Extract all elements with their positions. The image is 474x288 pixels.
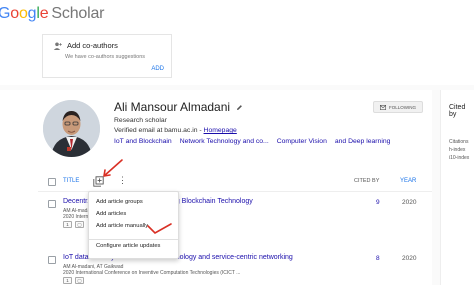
pencil-icon[interactable] — [236, 104, 243, 111]
metric-label: Citations — [449, 139, 469, 145]
citations-sidebar — [440, 90, 474, 285]
sort-by-cited[interactable]: CITED BY — [354, 178, 379, 184]
profile-name-text: Ali Mansour Almadani — [114, 100, 231, 114]
following-label: FOLLOWING — [388, 104, 416, 110]
top-bar: Google Scholar — [0, 0, 474, 28]
person-add-icon — [53, 42, 62, 50]
research-interests: IoT and Blockchain Network Technology an… — [114, 138, 390, 145]
more-vert-icon[interactable]: ⋮ — [118, 176, 127, 185]
coauthors-subtitle: We have co-authors suggestions — [65, 54, 145, 60]
row-actions: 1 ▢ — [63, 277, 84, 284]
select-all-checkbox[interactable] — [48, 178, 56, 186]
cited-count[interactable]: 8 — [376, 255, 380, 262]
row-actions: 1 ▢ — [63, 221, 84, 228]
add-coauthors-button[interactable]: ADD — [151, 66, 164, 72]
menu-item-add-article-groups[interactable]: Add article groups — [96, 199, 143, 205]
verified-email-text: Verified email at bamu.ac.in - — [114, 127, 202, 134]
menu-divider — [89, 239, 178, 240]
version-count-icon[interactable]: 1 — [63, 221, 72, 228]
profile-name: Ali Mansour Almadani — [114, 100, 243, 114]
sort-by-title[interactable]: TITLE — [63, 178, 79, 184]
pdf-icon[interactable]: ▢ — [75, 221, 84, 228]
affiliation: Research scholar — [114, 117, 167, 124]
metric-label: h-index — [449, 147, 466, 153]
interest-link[interactable]: and Deep learning — [335, 138, 391, 145]
add-articles-menu: Add article groups Add articles Add arti… — [88, 191, 179, 259]
interest-link[interactable]: Computer Vision — [277, 138, 327, 145]
citation-metrics: Citations h-index i10-index — [449, 138, 469, 162]
add-library-icon[interactable] — [93, 176, 104, 187]
cited-count[interactable]: 9 — [376, 199, 380, 206]
menu-item-configure-updates[interactable]: Configure article updates — [96, 243, 160, 249]
article-year: 2020 — [402, 255, 417, 262]
version-count-icon[interactable]: 1 — [63, 277, 72, 284]
row-checkbox[interactable] — [48, 256, 56, 264]
metric-label: i10-index — [449, 155, 470, 161]
coauthors-card: Add co-authors We have co-authors sugges… — [42, 34, 172, 78]
homepage-link[interactable]: Homepage — [204, 127, 237, 134]
following-button[interactable]: FOLLOWING — [373, 101, 423, 113]
interest-link[interactable]: Network Technology and co... — [180, 138, 269, 145]
sort-by-year[interactable]: YEAR — [400, 178, 416, 184]
email-icon — [379, 104, 386, 110]
coauthors-title: Add co-authors — [53, 41, 118, 50]
article-year: 2020 — [402, 199, 417, 206]
verified-email: Verified email at bamu.ac.in - Homepage — [114, 127, 237, 134]
menu-item-add-articles[interactable]: Add articles — [96, 211, 126, 217]
articles-table-header: TITLE ⋮ CITED BY YEAR — [38, 172, 432, 192]
interest-link[interactable]: IoT and Blockchain — [114, 138, 172, 145]
cited-by-heading: Cited by — [449, 104, 466, 118]
coauthors-title-text: Add co-authors — [67, 41, 118, 50]
menu-item-add-article-manually[interactable]: Add article manually — [96, 223, 148, 229]
avatar — [43, 100, 100, 157]
google-scholar-logo[interactable]: Google Scholar — [0, 5, 104, 23]
article-venue: 2020 International Conference on Inventi… — [63, 270, 241, 276]
pdf-icon[interactable]: ▢ — [75, 277, 84, 284]
row-checkbox[interactable] — [48, 200, 56, 208]
